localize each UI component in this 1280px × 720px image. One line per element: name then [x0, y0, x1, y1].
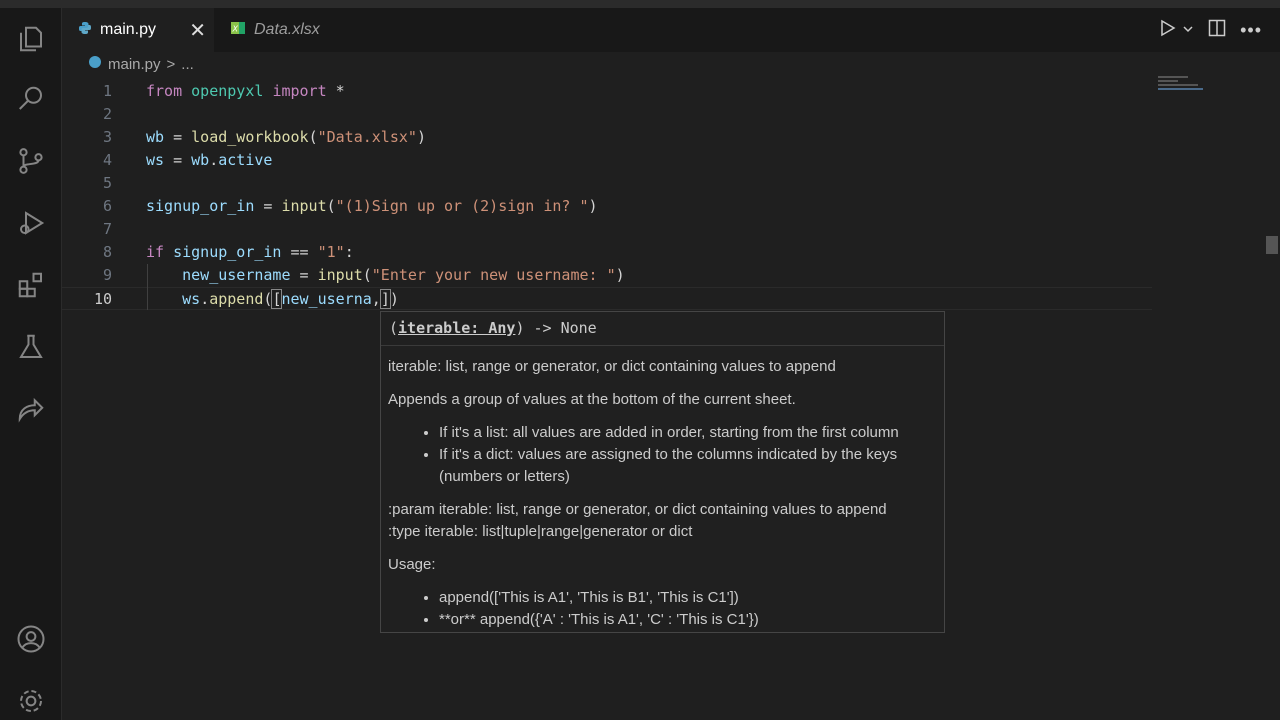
code-line: 1 from openpyxl import * [62, 80, 1152, 103]
close-icon[interactable]: ✕ [189, 18, 206, 43]
title-bar [0, 0, 1280, 8]
code-line: 7 [62, 218, 1152, 241]
more-actions-icon[interactable]: ••• [1240, 20, 1262, 41]
breadcrumb-separator: > [166, 55, 176, 73]
code-line: 3 wb = load_workbook("Data.xlsx") [62, 126, 1152, 149]
line-number: 4 [102, 151, 112, 169]
tab-data-xlsx[interactable]: X Data.xlsx [214, 8, 369, 52]
code-line: 9 new_username = input("Enter your new u… [62, 264, 1152, 287]
line-number: 2 [102, 105, 112, 123]
code-line: 4 ws = wb.active [62, 149, 1152, 172]
doc-usage-list: append(['This is A1', 'This is B1', 'Thi… [439, 587, 937, 631]
code-line: 8 if signup_or_in == "1": [62, 241, 1152, 264]
svg-text:X: X [232, 24, 239, 33]
doc-description: Appends a group of values at the bottom … [388, 391, 796, 408]
line-number: 10 [93, 290, 112, 308]
active-parameter: iterable: Any [398, 319, 516, 337]
search-icon[interactable] [14, 82, 48, 116]
excel-icon: X [230, 20, 246, 41]
remote-explorer-icon[interactable] [14, 392, 48, 426]
split-editor-icon[interactable] [1208, 19, 1226, 42]
line-number: 3 [102, 128, 112, 146]
testing-icon[interactable] [14, 330, 48, 364]
breadcrumb-file[interactable]: main.py [108, 56, 161, 73]
settings-gear-icon[interactable] [14, 684, 48, 718]
accounts-icon[interactable] [14, 622, 48, 656]
activity-bar [0, 8, 62, 720]
editor-actions: ••• [1160, 8, 1280, 52]
minimap[interactable] [1158, 76, 1263, 100]
run-debug-icon[interactable] [14, 206, 48, 240]
signature: (iterable: Any) -> None [381, 312, 944, 346]
tab-main-py[interactable]: main.py ✕ [62, 8, 214, 52]
indent-guide [147, 264, 148, 310]
doc-param-summary: iterable: list, range or generator, or d… [388, 358, 836, 375]
vertical-scrollbar[interactable] [1266, 236, 1278, 254]
code-line: 5 [62, 172, 1152, 195]
doc-bullets: If it's a list: all values are added in … [439, 422, 937, 488]
run-icon[interactable] [1160, 19, 1176, 42]
line-number: 1 [102, 82, 112, 100]
tab-label: Data.xlsx [254, 21, 320, 38]
line-number: 8 [102, 243, 112, 261]
breadcrumb: main.py > ... [88, 55, 194, 73]
python-icon [78, 21, 92, 40]
source-control-icon[interactable] [14, 144, 48, 178]
python-icon [88, 55, 102, 73]
line-number: 5 [102, 174, 112, 192]
hover-tooltip: (iterable: Any) -> None iterable: list, … [380, 311, 945, 633]
chevron-down-icon[interactable] [1182, 21, 1194, 39]
doc-usage-heading: Usage: [388, 556, 436, 573]
line-number: 7 [102, 220, 112, 238]
code-line: 2 [62, 103, 1152, 126]
breadcrumb-symbols[interactable]: ... [181, 56, 194, 73]
tab-bar: main.py ✕ X Data.xlsx [62, 8, 1280, 52]
extensions-icon[interactable] [14, 268, 48, 302]
documentation: iterable: list, range or generator, or d… [381, 346, 944, 652]
line-number: 6 [102, 197, 112, 215]
doc-param-type: :param iterable: list, range or generato… [388, 501, 887, 540]
explorer-icon[interactable] [14, 22, 48, 56]
tab-label: main.py [100, 21, 157, 38]
line-number: 9 [102, 266, 112, 284]
code-line: 6 signup_or_in = input("(1)Sign up or (2)… [62, 195, 1152, 218]
code-line-current: 10 ws.append([new_userna,]) [62, 287, 1152, 310]
